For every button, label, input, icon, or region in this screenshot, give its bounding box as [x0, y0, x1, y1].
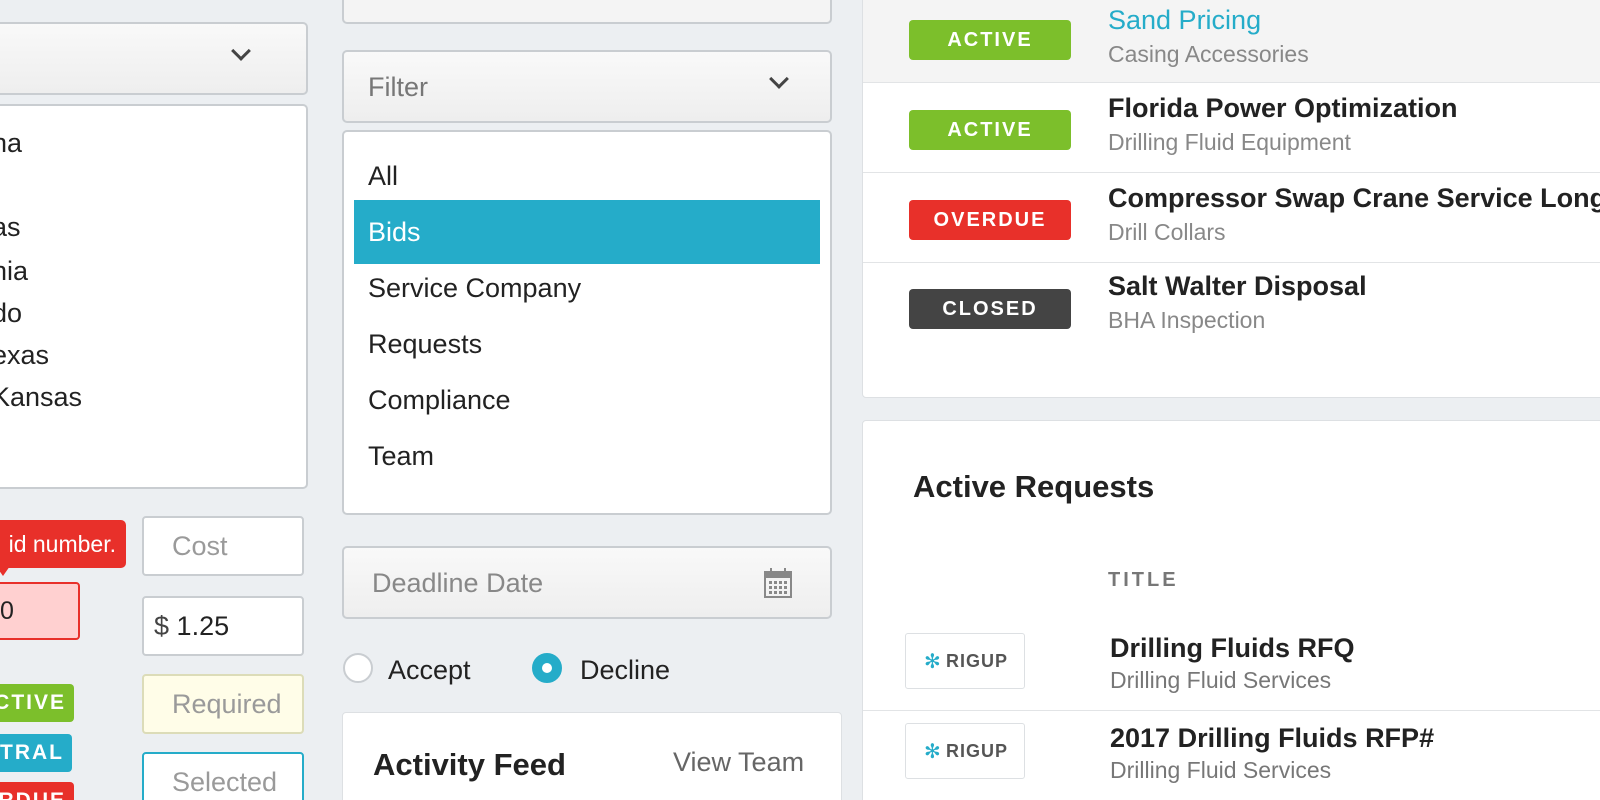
filter-option-all[interactable]: All	[354, 144, 820, 208]
table-row[interactable]: ✻ RIGUP 2017 Drilling Fluids RFP# Drilli…	[863, 711, 1600, 800]
list-item[interactable]: do	[0, 298, 22, 329]
project-title[interactable]: Salt Walter Disposal	[1108, 271, 1367, 302]
activity-feed-card: Activity Feed View Team	[342, 712, 842, 800]
project-subtitle: Drill Collars	[1108, 219, 1226, 245]
gear-icon: ✻	[924, 741, 941, 763]
status-badge: TRAL	[0, 734, 72, 772]
table-row[interactable]: ACTIVE Florida Power Optimization Drilli…	[863, 83, 1600, 173]
table-row[interactable]: CLOSED Salt Walter Disposal BHA Inspecti…	[863, 263, 1600, 353]
filter-listbox[interactable]: All Bids Service Company Requests Compli…	[342, 130, 832, 515]
section-title: Active Requests	[913, 469, 1155, 504]
price-value: 1.25	[176, 611, 230, 641]
state-select[interactable]	[0, 22, 308, 95]
project-list: ACTIVE Sand Pricing Casing Accessories A…	[862, 0, 1600, 398]
top-input[interactable]	[342, 0, 832, 24]
project-title[interactable]: Compressor Swap Crane Service Long...	[1108, 183, 1600, 214]
state-listbox[interactable]: na as nia do exas Kansas .	[0, 104, 308, 489]
logo-text: RIGUP	[946, 741, 1009, 761]
cost-input[interactable]: Cost	[142, 516, 304, 576]
view-team-link[interactable]: View Team	[673, 747, 804, 778]
filter-option-compliance[interactable]: Compliance	[354, 368, 820, 432]
tooltip-arrow	[0, 566, 10, 576]
project-subtitle: Drilling Fluid Equipment	[1108, 129, 1351, 155]
status-badge: CTIVE	[0, 684, 74, 722]
deadline-date-input[interactable]: Deadline Date	[342, 546, 832, 619]
request-title[interactable]: Drilling Fluids RFQ	[1110, 633, 1355, 664]
status-badge: CLOSED	[909, 289, 1071, 329]
column-header-title[interactable]: TITLE	[1108, 569, 1179, 592]
activity-feed-title: Activity Feed	[373, 747, 566, 782]
list-item[interactable]: Kansas	[0, 382, 82, 413]
table-row[interactable]: ACTIVE Sand Pricing Casing Accessories	[863, 0, 1600, 83]
active-requests-panel: Active Requests TITLE ✻ RIGUP Drilling F…	[862, 420, 1600, 800]
request-title[interactable]: 2017 Drilling Fluids RFP#	[1110, 723, 1434, 754]
list-item[interactable]: na	[0, 128, 22, 159]
selected-input[interactable]: Selected	[142, 752, 304, 800]
request-subtitle: Drilling Fluid Services	[1110, 667, 1332, 693]
required-input[interactable]: Required	[142, 674, 304, 734]
accept-radio[interactable]	[343, 653, 373, 683]
list-item[interactable]: exas	[0, 340, 49, 371]
project-subtitle: Casing Accessories	[1108, 41, 1309, 67]
decline-label[interactable]: Decline	[580, 654, 670, 686]
chevron-down-icon	[231, 41, 251, 61]
company-logo: ✻ RIGUP	[905, 723, 1025, 779]
status-badge: ACTIVE	[909, 110, 1071, 150]
filter-option-team[interactable]: Team	[354, 424, 820, 488]
status-badge: ACTIVE	[909, 20, 1071, 60]
company-logo: ✻ RIGUP	[905, 633, 1025, 689]
filter-option-bids[interactable]: Bids	[354, 200, 820, 264]
filter-select[interactable]: Filter	[342, 50, 832, 123]
table-row[interactable]: ✻ RIGUP Drilling Fluids RFQ Drilling Flu…	[863, 621, 1600, 711]
list-item[interactable]: nia	[0, 256, 28, 287]
decline-radio[interactable]	[532, 653, 562, 683]
filter-option-requests[interactable]: Requests	[354, 312, 820, 376]
project-subtitle: BHA Inspection	[1108, 307, 1266, 333]
error-tooltip: id number.	[0, 520, 126, 568]
accept-label[interactable]: Accept	[388, 654, 471, 686]
status-badge: RDUE	[0, 782, 74, 800]
status-badge: OVERDUE	[909, 200, 1071, 240]
chevron-down-icon	[769, 69, 789, 89]
project-title[interactable]: Sand Pricing	[1108, 5, 1261, 36]
request-subtitle: Drilling Fluid Services	[1110, 757, 1332, 783]
currency-symbol: $	[154, 611, 170, 641]
error-input[interactable]: 0	[0, 582, 80, 640]
deadline-placeholder: Deadline Date	[372, 568, 544, 598]
project-title[interactable]: Florida Power Optimization	[1108, 93, 1458, 124]
gear-icon: ✻	[924, 651, 941, 673]
filter-option-service-company[interactable]: Service Company	[354, 256, 820, 320]
logo-text: RIGUP	[946, 651, 1009, 671]
calendar-icon[interactable]	[764, 568, 792, 598]
filter-placeholder: Filter	[368, 72, 428, 102]
price-input[interactable]: $ 1.25	[142, 596, 304, 656]
table-row[interactable]: OVERDUE Compressor Swap Crane Service Lo…	[863, 173, 1600, 263]
list-item[interactable]: as	[0, 212, 21, 243]
